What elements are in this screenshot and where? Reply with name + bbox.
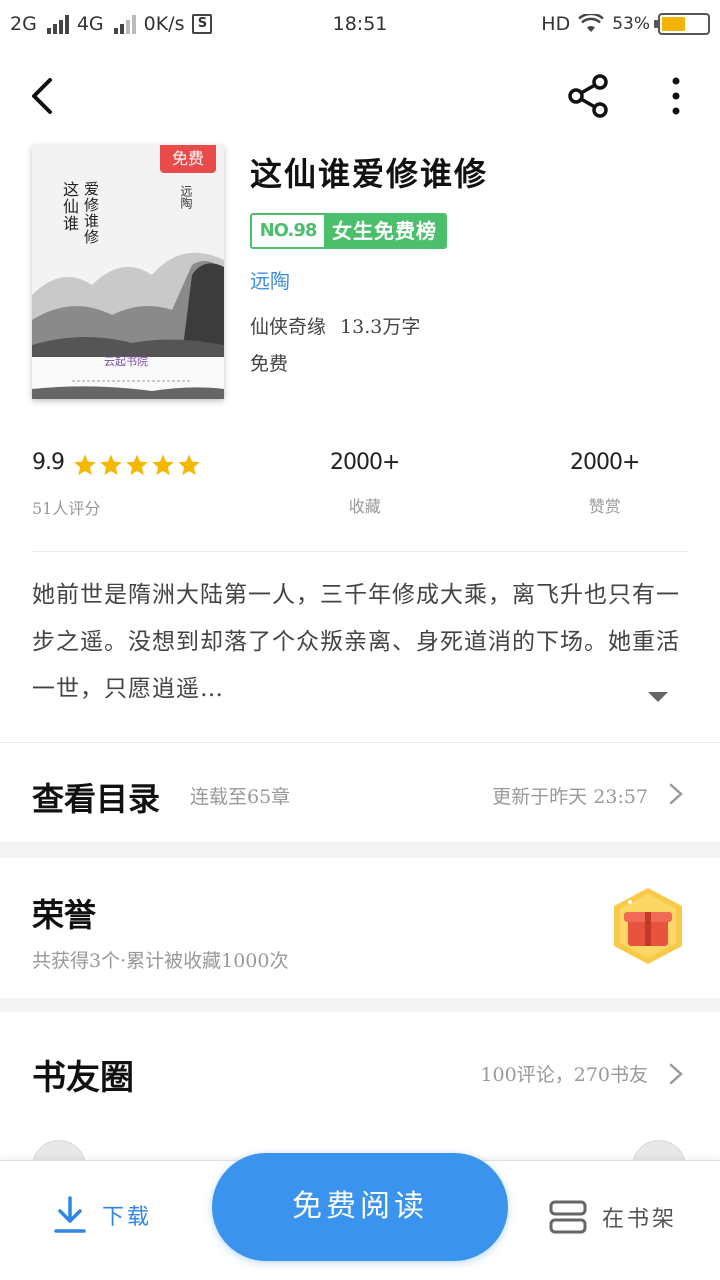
price: 免费	[250, 353, 289, 375]
book-info: 这仙谁爱修谁修 NO.98 女生免费榜 远陶 仙侠奇缘 13.3万字 免费	[250, 145, 690, 376]
section-gap	[0, 842, 720, 858]
synopsis-text[interactable]: 她前世是隋洲大陆第一人，三千年修成大乘，离飞升也只有一步之遥。没想到却落了个众叛…	[32, 572, 692, 713]
cover-author: 远陶	[179, 185, 193, 209]
star-icon	[74, 454, 96, 475]
bottom-bar: 下载 免费阅读 在书架	[0, 1153, 720, 1280]
rank-badge[interactable]: NO.98 女生免费榜	[250, 213, 447, 249]
star-icon	[152, 454, 174, 475]
star-icon	[178, 454, 200, 475]
s-app-icon: S	[192, 14, 213, 34]
status-right: HD 53%	[541, 13, 710, 35]
signal-icon-2	[113, 14, 136, 34]
rewards-count: 2000+	[570, 450, 640, 475]
network-4g: 4G	[76, 13, 104, 35]
favorites-count: 2000+	[330, 450, 400, 475]
toc-title: 查看目录	[32, 780, 161, 818]
toc-updated: 更新于昨天 23:57	[492, 786, 648, 808]
rating-label: 51人评分	[32, 498, 101, 518]
cover-free-tag: 免费	[160, 145, 216, 173]
shelf-label: 在书架	[602, 1207, 678, 1232]
battery-fill	[662, 17, 686, 31]
signal-icon	[46, 14, 69, 34]
stat-rating[interactable]: 9.9 51人评分	[32, 450, 201, 519]
word-count: 13.3万字	[340, 316, 421, 338]
wifi-icon	[578, 14, 605, 32]
rating-score: 9.9	[32, 450, 65, 475]
download-label: 下载	[102, 1205, 153, 1230]
toc-row[interactable]: 查看目录 连载至65章 更新于昨天 23:57	[0, 744, 720, 842]
book-header: 免费 这仙谁 爱修谁修 远陶 云起书院 这仙谁爱修谁修 NO.98 女生免费榜 …	[32, 145, 692, 405]
cover-title-line1: 这仙谁	[60, 181, 79, 232]
battery-icon	[654, 13, 710, 35]
battery-percent: 53%	[612, 14, 650, 34]
network-2g: 2G	[10, 13, 37, 35]
rewards-label: 赞赏	[588, 497, 621, 516]
rank-number: NO.98	[252, 215, 324, 247]
star-icon	[100, 454, 122, 475]
book-circle-section[interactable]: 书友圈 100评论，270书友	[0, 1012, 720, 1162]
more-icon[interactable]	[652, 72, 700, 120]
stats-row: 9.9 51人评分 2000+ 收藏 2000+ 赞赏	[32, 450, 688, 552]
divider	[0, 742, 720, 743]
rating-stars	[73, 453, 201, 477]
net-speed: 0K/s	[143, 13, 185, 35]
hd-indicator: HD	[541, 13, 571, 35]
read-free-button[interactable]: 免费阅读	[212, 1153, 508, 1261]
genre: 仙侠奇缘	[250, 316, 327, 338]
share-icon[interactable]	[564, 72, 612, 120]
download-icon	[54, 1196, 86, 1233]
stat-rewards[interactable]: 2000+ 赞赏	[570, 450, 640, 517]
favorites-label: 收藏	[348, 497, 381, 516]
stat-favorites[interactable]: 2000+ 收藏	[330, 450, 400, 517]
cover-title-line2: 爱修谁修	[82, 181, 100, 245]
honor-section[interactable]: 荣誉 共获得3个·累计被收藏1000次	[0, 858, 720, 998]
chevron-right-icon	[669, 783, 683, 805]
cover-brand-logo: 云起书院	[104, 355, 148, 368]
status-bar: 2G 4G 0K/s S 18:51 HD 53%	[0, 0, 720, 48]
section-gap-2	[0, 998, 720, 1012]
author-link[interactable]: 远陶	[250, 265, 690, 294]
book-meta: 仙侠奇缘 13.3万字	[250, 312, 690, 339]
book-cover[interactable]: 免费 这仙谁 爱修谁修 远陶 云起书院	[32, 145, 224, 399]
chevron-down-icon[interactable]	[646, 688, 670, 706]
status-left: 2G 4G 0K/s S	[10, 13, 213, 35]
circle-summary: 100评论，270书友	[480, 1064, 648, 1086]
book-title: 这仙谁爱修谁修	[250, 155, 489, 193]
circle-title: 书友圈	[32, 1058, 134, 1098]
star-icon	[126, 454, 148, 475]
toc-status: 连载至65章	[190, 786, 291, 808]
download-button[interactable]: 下载	[52, 1195, 152, 1235]
rank-label: 女生免费榜	[324, 215, 445, 247]
honor-title: 荣誉	[32, 896, 97, 934]
chevron-right-icon	[669, 1063, 683, 1085]
bookshelf-icon	[549, 1200, 587, 1234]
honor-desc: 共获得3个·累计被收藏1000次	[32, 950, 289, 972]
honor-badge-icon	[614, 888, 682, 964]
in-shelf-button[interactable]: 在书架	[548, 1199, 677, 1235]
back-icon[interactable]	[20, 72, 68, 120]
